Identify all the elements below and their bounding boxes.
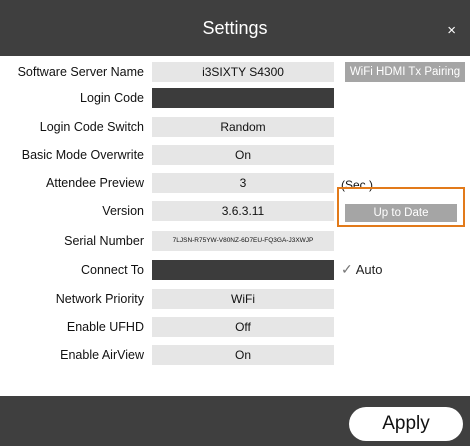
attendee-preview-field[interactable]: 3 (152, 173, 334, 193)
software-server-name-label: Software Server Name (17, 65, 144, 79)
settings-dialog: Settings × Software Server Name i3SIXTY … (0, 0, 470, 446)
serial-number-field: 7LJSN-R75YW-V80NZ-6D7EU-FQ3GA-J3XWJP (152, 231, 334, 251)
login-code-label: Login Code (80, 91, 144, 105)
login-code-switch-field[interactable]: Random (152, 117, 334, 137)
checkmark-icon: ✓ (341, 261, 353, 277)
connect-to-label: Connect To (80, 263, 144, 277)
row-login-code-switch: Login Code Switch Random (0, 115, 470, 141)
network-priority-field[interactable]: WiFi (152, 289, 334, 309)
row-basic-mode-overwrite: Basic Mode Overwrite On (0, 143, 470, 169)
login-code-switch-label: Login Code Switch (39, 120, 144, 134)
row-login-code: Login Code (0, 86, 470, 112)
close-icon[interactable]: × (447, 22, 456, 39)
basic-mode-overwrite-label: Basic Mode Overwrite (21, 148, 144, 162)
enable-ufhd-label: Enable UFHD (66, 320, 144, 334)
auto-checkbox[interactable]: ✓ Auto (341, 261, 382, 278)
row-enable-airview: Enable AirView On (0, 343, 470, 369)
serial-number-label: Serial Number (64, 234, 144, 248)
auto-checkbox-label: Auto (355, 262, 383, 277)
enable-ufhd-field[interactable]: Off (152, 317, 334, 337)
title-bar: Settings × (0, 0, 470, 56)
update-highlight: Up to Date (337, 187, 465, 227)
row-software-server-name: Software Server Name i3SIXTY S4300 WiFi … (0, 60, 470, 86)
row-connect-to: Connect To ✓ Auto (0, 258, 470, 284)
enable-airview-field[interactable]: On (152, 345, 334, 365)
connect-to-field[interactable] (152, 260, 334, 280)
attendee-preview-label: Attendee Preview (46, 176, 144, 190)
row-serial-number: Serial Number 7LJSN-R75YW-V80NZ-6D7EU-FQ… (0, 229, 470, 255)
row-network-priority: Network Priority WiFi (0, 287, 470, 313)
network-priority-label: Network Priority (55, 292, 144, 306)
version-label: Version (102, 204, 144, 218)
up-to-date-button[interactable]: Up to Date (345, 204, 457, 222)
wifi-hdmi-tx-pairing-button[interactable]: WiFi HDMI Tx Pairing (345, 62, 465, 82)
version-field: 3.6.3.11 (152, 201, 334, 221)
basic-mode-overwrite-field[interactable]: On (152, 145, 334, 165)
dialog-footer: Apply (0, 396, 470, 446)
software-server-name-field[interactable]: i3SIXTY S4300 (152, 62, 334, 82)
dialog-title: Settings (202, 18, 268, 38)
row-enable-ufhd: Enable UFHD Off (0, 315, 470, 341)
apply-button[interactable]: Apply (349, 407, 463, 441)
login-code-field[interactable] (152, 88, 334, 108)
enable-airview-label: Enable AirView (60, 348, 144, 362)
